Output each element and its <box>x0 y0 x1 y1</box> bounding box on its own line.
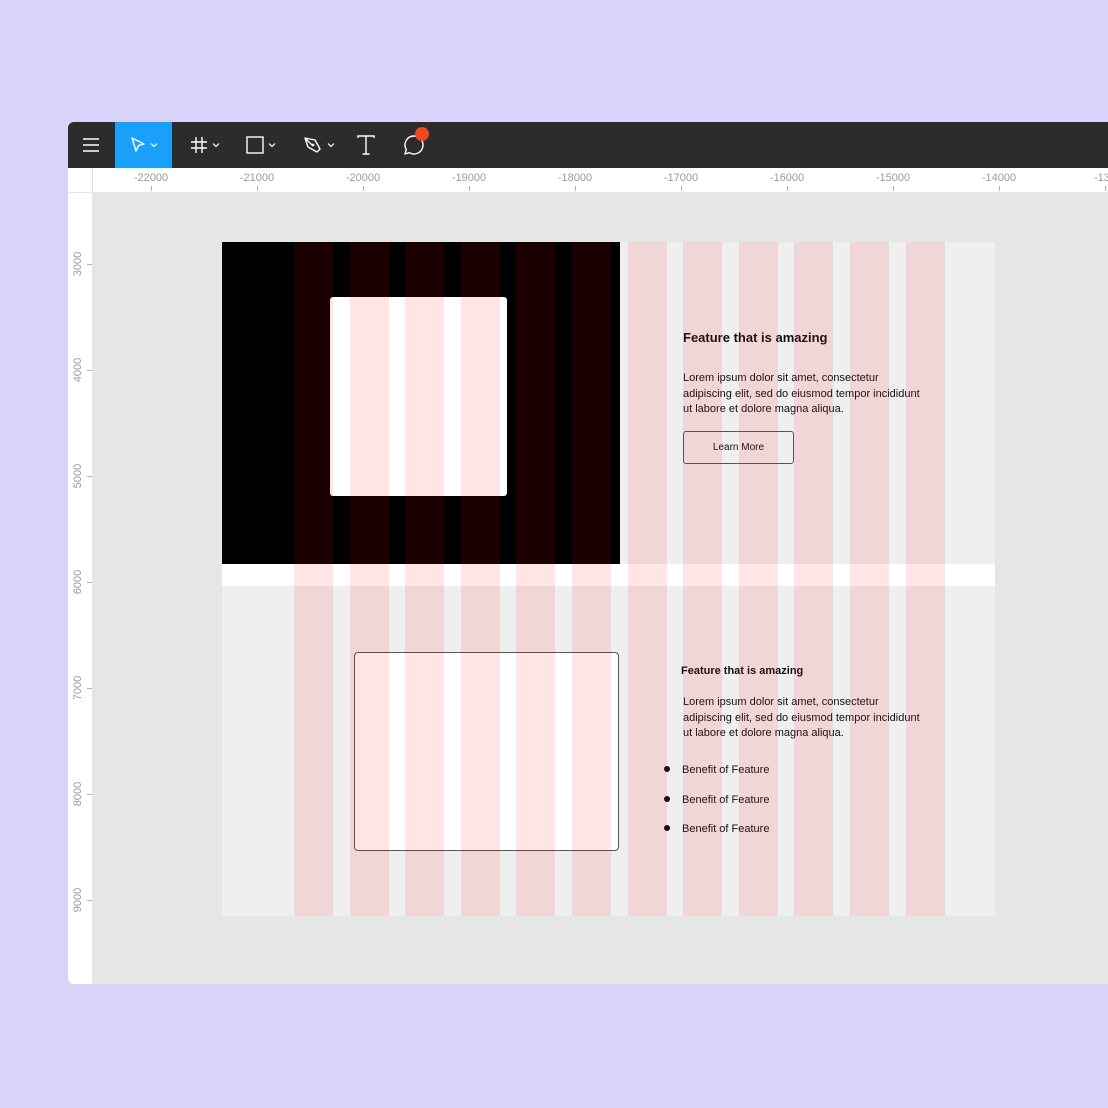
move-tool-button[interactable] <box>115 122 172 168</box>
vertical-ruler: 3000 4000 5000 6000 7000 8000 9000 <box>68 168 93 984</box>
move-cursor-icon <box>130 137 145 152</box>
chevron-down-icon <box>150 143 157 148</box>
toolbar <box>68 122 1108 168</box>
ruler-y-label: 6000 <box>72 569 84 595</box>
ruler-y-label: 4000 <box>72 357 84 383</box>
learn-more-button[interactable]: Learn More <box>683 431 794 464</box>
ruler-y-label: 7000 <box>72 675 84 701</box>
bullet-text: Benefit of Feature <box>682 764 770 776</box>
ruler-x-label: -16000 <box>769 172 805 184</box>
ruler-y-tick: 7000 <box>68 668 92 708</box>
notification-dot <box>415 127 429 141</box>
ruler-x-tick: -21000 <box>227 168 287 191</box>
design-app-window: -22000 -21000 -20000 -19000 -18000 -17000 -160… <box>68 122 1108 984</box>
ruler-y-tick: 3000 <box>68 244 92 284</box>
ruler-x-tick: -18000 <box>545 168 605 191</box>
ruler-x-tick: -19000 <box>439 168 499 191</box>
pen-tool-button[interactable] <box>296 122 342 168</box>
ruler-y-label: 8000 <box>72 781 84 807</box>
text-tool-button[interactable] <box>348 122 384 168</box>
ruler-x-tick: -15000 <box>863 168 923 191</box>
section-divider-band <box>222 564 995 586</box>
ruler-x-label: -21000 <box>239 172 275 184</box>
frame-hash-icon <box>191 137 207 153</box>
ruler-x-label: -15000 <box>875 172 911 184</box>
rectangle-icon <box>246 136 264 154</box>
ruler-y-tick: 6000 <box>68 562 92 602</box>
ruler-corner <box>68 168 93 193</box>
hamburger-icon <box>83 138 99 152</box>
ruler-x-tick: -20000 <box>333 168 393 191</box>
ruler-y-tick: 8000 <box>68 774 92 814</box>
bullet-text: Benefit of Feature <box>682 794 770 806</box>
ruler-y-label: 9000 <box>72 887 84 913</box>
design-frame[interactable]: Feature that is amazing Lorem ipsum dolo… <box>222 242 995 916</box>
ruler-x-label: -19000 <box>451 172 487 184</box>
main-menu-button[interactable] <box>68 122 114 168</box>
bullet-text: Benefit of Feature <box>682 823 770 835</box>
bullet-item[interactable]: Benefit of Feature <box>664 823 769 835</box>
ruler-y-label: 3000 <box>72 251 84 277</box>
ruler-x-tick: -130 <box>1075 168 1108 191</box>
shape-tool-button[interactable] <box>238 122 284 168</box>
ruler-x-label: -22000 <box>133 172 169 184</box>
chevron-down-icon <box>268 143 276 148</box>
ruler-x-label: -14000 <box>981 172 1017 184</box>
image-placeholder-top[interactable] <box>330 297 507 496</box>
pen-icon <box>304 137 321 153</box>
ruler-x-tick: -14000 <box>969 168 1029 191</box>
frame-tool-button[interactable] <box>182 122 228 168</box>
ruler-y-tick: 9000 <box>68 880 92 920</box>
bullet-item[interactable]: Benefit of Feature <box>664 764 769 776</box>
image-placeholder-bottom[interactable] <box>354 652 619 851</box>
ruler-y-tick: 4000 <box>68 350 92 390</box>
section2-heading[interactable]: Feature that is amazing <box>681 665 803 677</box>
section2-body[interactable]: Lorem ipsum dolor sit amet, consectetur … <box>683 695 923 742</box>
ruler-x-tick: -17000 <box>651 168 711 191</box>
text-T-icon <box>357 135 375 155</box>
bullet-dot <box>664 766 670 773</box>
section1-heading[interactable]: Feature that is amazing <box>683 330 827 345</box>
ruler-x-tick: -22000 <box>121 168 181 191</box>
ruler-x-tick: -16000 <box>757 168 817 191</box>
ruler-x-label: -18000 <box>557 172 593 184</box>
ruler-x-label: -130 <box>1093 172 1108 184</box>
chevron-down-icon <box>212 143 220 148</box>
horizontal-ruler: -22000 -21000 -20000 -19000 -18000 -17000 -160… <box>68 168 1108 193</box>
comment-tool-button[interactable] <box>394 122 434 168</box>
bullet-dot <box>664 825 670 832</box>
section1-body[interactable]: Lorem ipsum dolor sit amet, consectetur … <box>683 371 923 418</box>
ruler-y-tick: 5000 <box>68 456 92 496</box>
ruler-x-label: -20000 <box>345 172 381 184</box>
ruler-x-label: -17000 <box>663 172 699 184</box>
chevron-down-icon <box>327 143 335 148</box>
ruler-y-label: 5000 <box>72 463 84 489</box>
bullet-dot <box>664 796 670 803</box>
bullet-item[interactable]: Benefit of Feature <box>664 794 769 806</box>
